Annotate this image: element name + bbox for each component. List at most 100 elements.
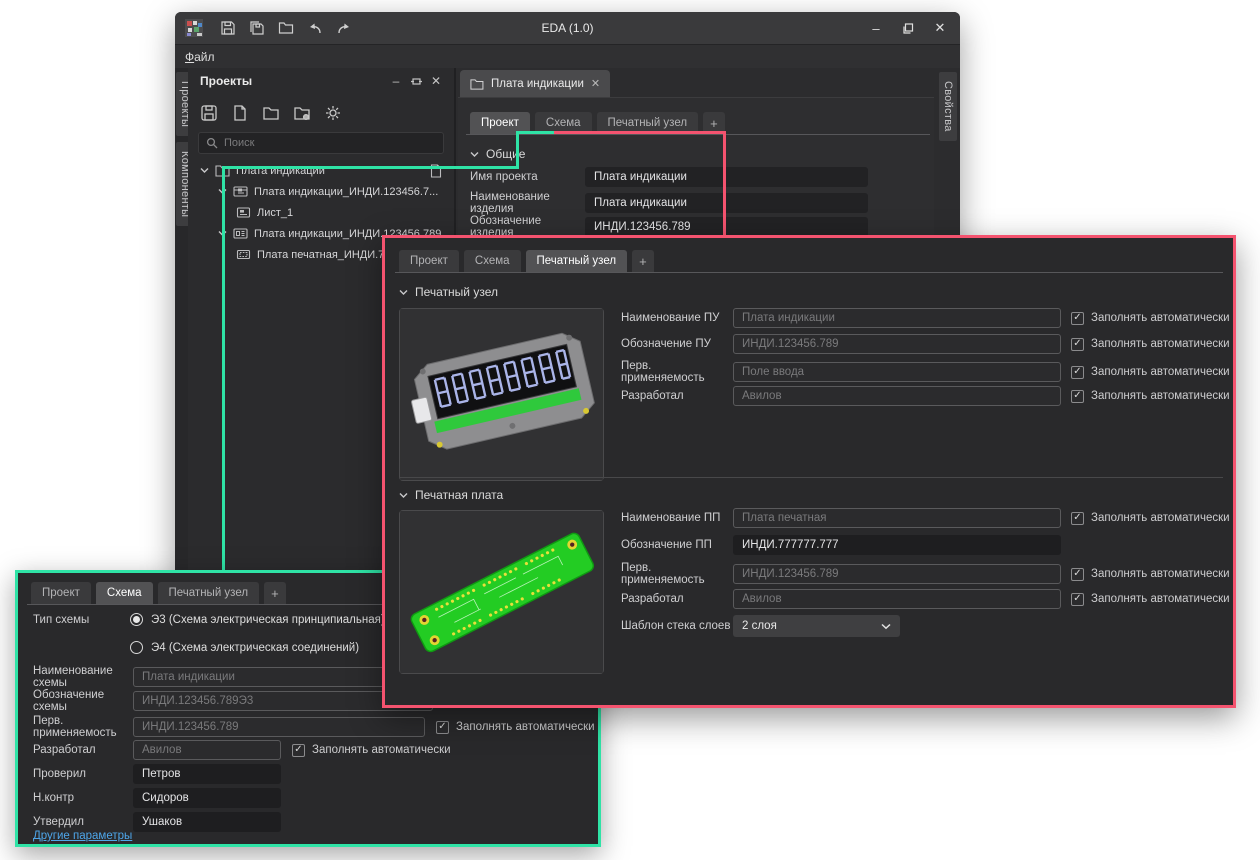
section-pcb-assembly[interactable]: Печатный узел [399, 285, 498, 299]
sidebar-tab-properties[interactable]: Свойства [939, 72, 957, 141]
approved-by-input[interactable]: Ушаков [133, 812, 281, 832]
new-file-icon[interactable] [231, 104, 249, 122]
field-row: Наименование изделия Плата индикации [470, 191, 868, 215]
autofill-label: Заполнять автоматически [312, 744, 451, 756]
autofill-checkbox[interactable] [1071, 568, 1084, 581]
layer-stack-dropdown[interactable]: 2 слоя [733, 615, 900, 637]
norm-control-input[interactable]: Сидоров [133, 788, 281, 808]
open-folder-icon[interactable] [278, 20, 294, 36]
autofill-checkbox[interactable] [1071, 512, 1084, 525]
assembly-name-input[interactable]: Плата индикации [733, 308, 1061, 328]
field-label: Перв. применяемость [33, 715, 133, 739]
field-label: Перв. применяемость [621, 360, 733, 384]
pcb-board-preview-image [399, 510, 604, 674]
menu-file[interactable]: Файл [175, 50, 225, 64]
window-buttons: – ✕ [860, 12, 956, 44]
autofill-checkbox[interactable] [1071, 366, 1084, 379]
section-pcb-assembly-label: Печатный узел [415, 285, 498, 299]
board-icon [236, 248, 251, 261]
section-pcb-board[interactable]: Печатная плата [399, 488, 503, 502]
radio-e4[interactable] [130, 641, 143, 654]
board-first-use-input[interactable]: ИНДИ.123456.789 [733, 564, 1061, 584]
field-label: Утвердил [33, 816, 133, 828]
tab-pcb[interactable]: Печатный узел [526, 250, 628, 272]
folder-settings-icon[interactable] [293, 104, 311, 122]
first-use-input[interactable]: ИНДИ.123456.789 [133, 717, 425, 737]
tab-project[interactable]: Проект [31, 582, 91, 604]
board-name-input[interactable]: Плата печатная [733, 508, 1061, 528]
green-callout-line [222, 166, 225, 573]
field-row: Обозначение схемы ИНДИ.123456.789Э3 [33, 689, 433, 713]
search-input[interactable]: Поиск [198, 132, 444, 154]
field-label: Тип схемы [33, 614, 130, 626]
new-folder-icon[interactable] [262, 104, 280, 122]
pink-callout-line [554, 131, 726, 134]
gear-icon[interactable] [324, 104, 342, 122]
board-developer-input[interactable]: Авилов [733, 589, 1061, 609]
document-tab[interactable]: Плата индикации ✕ [460, 70, 610, 97]
green-callout-line [516, 131, 519, 169]
sheet-icon [236, 206, 251, 219]
field-label: Наименование изделия [470, 191, 585, 215]
layer-stack-value: 2 слоя [742, 620, 777, 632]
field-label: Обозначение ПУ [621, 338, 733, 350]
board-designation-input[interactable]: ИНДИ.777777.777 [733, 535, 1061, 555]
field-row: Перв. применяемость Поле ввода Заполнять… [621, 360, 1230, 384]
project-name-input[interactable]: Плата индикации [585, 167, 868, 187]
autofill-checkbox[interactable] [1071, 338, 1084, 351]
save-all-icon[interactable] [249, 20, 265, 36]
tab-project[interactable]: Проект [399, 250, 459, 272]
panel-minimize-button[interactable]: – [386, 72, 406, 90]
autofill-checkbox[interactable] [292, 744, 305, 757]
folder-icon [470, 78, 484, 90]
autofill-checkbox[interactable] [1071, 593, 1084, 606]
field-row: Разработал Авилов Заполнять автоматическ… [33, 740, 451, 760]
radio-e3[interactable] [130, 613, 143, 626]
redo-icon[interactable] [336, 20, 352, 36]
assembly-designation-input[interactable]: ИНДИ.123456.789 [733, 334, 1061, 354]
undo-icon[interactable] [307, 20, 323, 36]
assembly-developer-input[interactable]: Авилов [733, 386, 1061, 406]
schema-type-row: Тип схемы Э3 (Схема электрическая принци… [33, 613, 385, 626]
tab-add[interactable]: + [632, 250, 654, 272]
minimize-button[interactable]: – [860, 12, 892, 44]
chevron-down-icon [470, 151, 479, 158]
maximize-button[interactable] [892, 12, 924, 44]
checked-by-input[interactable]: Петров [133, 764, 281, 784]
field-label: Обозначение ПП [621, 539, 733, 551]
panel-pin-icon[interactable] [406, 72, 426, 90]
tree-row-project-root[interactable]: Плата индикации [188, 160, 454, 181]
section-pcb-board-label: Печатная плата [415, 488, 503, 502]
window-title: EDA (1.0) [541, 21, 593, 35]
close-button[interactable]: ✕ [924, 12, 956, 44]
autofill-checkbox[interactable] [1071, 312, 1084, 325]
field-label: Разработал [33, 744, 133, 756]
chevron-down-icon [399, 492, 408, 499]
tree-row-sheet[interactable]: Лист_1 [188, 202, 454, 223]
section-divider [399, 477, 1223, 478]
autofill-checkbox[interactable] [1071, 390, 1084, 403]
field-label: Шаблон стека слоев [621, 620, 733, 632]
pcb-view-tabs: Проект Схема Печатный узел + [399, 250, 654, 272]
product-name-input[interactable]: Плата индикации [585, 193, 868, 213]
save-project-icon[interactable] [200, 104, 218, 122]
tree-row-schematic-doc[interactable]: Плата индикации_ИНДИ.123456.7... [188, 181, 454, 202]
product-designation-input[interactable]: ИНДИ.123456.789 [585, 217, 868, 237]
tab-schema[interactable]: Схема [464, 250, 521, 272]
tab-pcb[interactable]: Печатный узел [158, 582, 260, 604]
panel-close-icon[interactable]: ✕ [426, 72, 446, 90]
assembly-first-use-input[interactable]: Поле ввода [733, 362, 1061, 382]
tree-label: Плата индикации_ИНДИ.123456.7... [254, 186, 438, 198]
chevron-down-icon [399, 289, 408, 296]
close-icon[interactable]: ✕ [591, 77, 600, 90]
field-label: Н.контр [33, 792, 133, 804]
field-row: Шаблон стека слоев 2 слоя [621, 615, 900, 637]
developer-input[interactable]: Авилов [133, 740, 281, 760]
search-icon [206, 137, 218, 149]
tab-schema[interactable]: Схема [96, 582, 153, 604]
other-parameters-link[interactable]: Другие параметры [33, 830, 132, 842]
save-icon[interactable] [220, 20, 236, 36]
autofill-checkbox[interactable] [436, 721, 449, 734]
tab-add[interactable]: + [264, 582, 286, 604]
chevron-down-icon[interactable] [200, 167, 209, 174]
